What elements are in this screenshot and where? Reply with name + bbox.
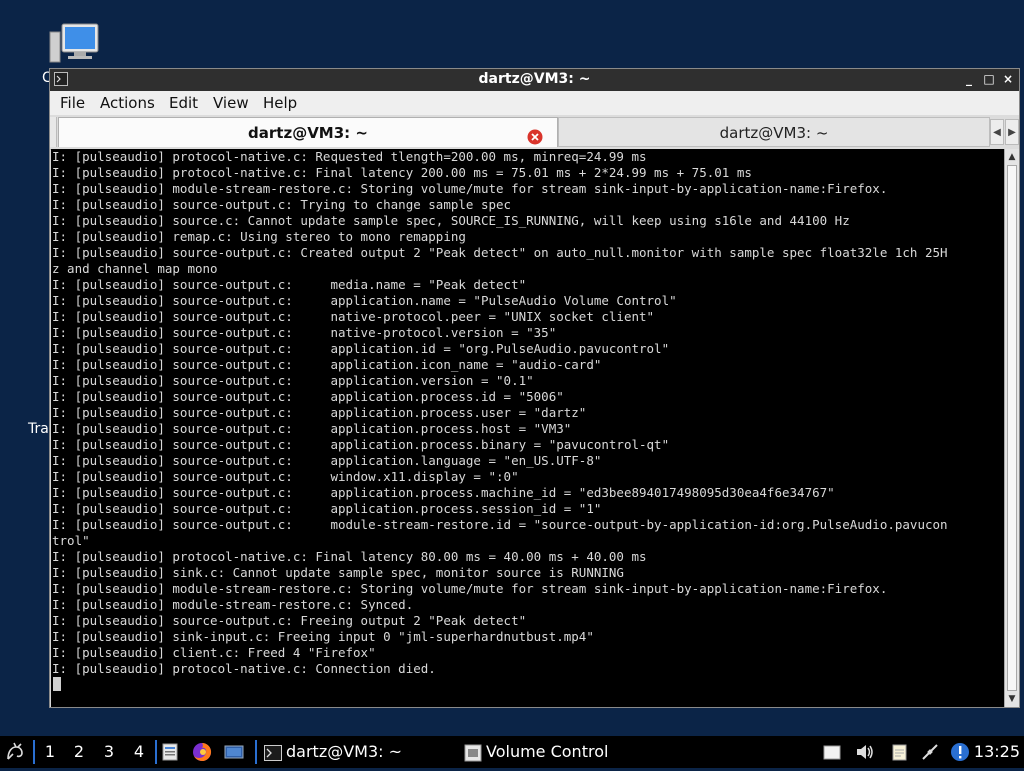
terminal-line: I: [pulseaudio] protocol-native.c: Final…	[52, 165, 752, 180]
terminal-line: I: [pulseaudio] protocol-native.c: Reque…	[52, 149, 647, 164]
menu-help[interactable]: Help	[263, 94, 297, 112]
terminal-line: I: [pulseaudio] module-stream-restore.c:…	[52, 181, 888, 196]
taskbar: 1 2 3 4 dartz@VM3: ~ Volume Control 13:2…	[0, 736, 1024, 768]
terminal-line: z and channel map mono	[52, 261, 218, 276]
notes-icon[interactable]	[890, 742, 910, 762]
terminal-line: I: [pulseaudio] source-output.c: applica…	[52, 437, 670, 452]
terminal-line: I: [pulseaudio] source-output.c: applica…	[52, 357, 602, 372]
terminal-line: I: [pulseaudio] module-stream-restore.c:…	[52, 581, 888, 596]
tab-label: dartz@VM3: ~	[719, 124, 829, 142]
minimize-button[interactable]: _	[961, 71, 977, 87]
maximize-button[interactable]: □	[981, 71, 997, 87]
taskbar-separator	[255, 740, 257, 764]
terminal-line: I: [pulseaudio] source-output.c: applica…	[52, 421, 572, 436]
tab-scroll-right-button[interactable]: ▶	[1005, 119, 1019, 145]
workspace-3[interactable]: 3	[95, 736, 123, 768]
tab-scroll-left-button[interactable]: ◀	[990, 119, 1004, 145]
update-notification-icon[interactable]	[950, 742, 970, 762]
workspace-4[interactable]: 4	[125, 736, 153, 768]
terminal-line: I: [pulseaudio] source-output.c: Created…	[52, 245, 948, 260]
menu-file[interactable]: File	[60, 94, 85, 112]
firefox-icon[interactable]	[192, 742, 212, 762]
menubar: File Actions Edit View Help	[50, 91, 1019, 115]
volume-control-icon	[464, 743, 482, 762]
terminal-line: I: [pulseaudio] source-output.c: native-…	[52, 309, 655, 324]
terminal-line: I: [pulseaudio] source-output.c: applica…	[52, 501, 602, 516]
tab-terminal-1[interactable]: dartz@VM3: ~	[58, 117, 558, 147]
terminal-line: trol"	[52, 533, 90, 548]
terminal-line: I: [pulseaudio] source-output.c: applica…	[52, 389, 564, 404]
tab-close-icon[interactable]	[527, 125, 543, 145]
menu-actions[interactable]: Actions	[100, 94, 155, 112]
terminal-line: I: [pulseaudio] source-output.c: native-…	[52, 325, 557, 340]
terminal-line: I: [pulseaudio] sink.c: Cannot update sa…	[52, 565, 624, 580]
clipboard-icon[interactable]	[822, 742, 842, 762]
network-icon[interactable]	[920, 742, 940, 762]
terminal-line: I: [pulseaudio] source-output.c: media.n…	[52, 277, 527, 292]
terminal-line: I: [pulseaudio] sink-input.c: Freeing in…	[52, 629, 594, 644]
window-titlebar[interactable]: dartz@VM3: ~ _ □ ×	[50, 69, 1019, 91]
scroll-down-arrow-icon[interactable]: ▼	[1005, 692, 1019, 706]
workspace-separator	[33, 740, 35, 764]
terminal-cursor	[53, 677, 61, 691]
terminal-line: I: [pulseaudio] source-output.c: applica…	[52, 293, 677, 308]
task-terminal[interactable]: dartz@VM3: ~	[258, 738, 454, 766]
terminal-icon	[264, 743, 282, 761]
close-window-button[interactable]: ×	[1000, 71, 1016, 87]
terminal-line: I: [pulseaudio] source-output.c: applica…	[52, 485, 835, 500]
tab-label: dartz@VM3: ~	[248, 124, 368, 142]
start-menu-icon[interactable]	[4, 741, 26, 763]
terminal-line: I: [pulseaudio] source-output.c: applica…	[52, 405, 587, 420]
task-label: dartz@VM3: ~	[286, 742, 403, 761]
terminal-line: I: [pulseaudio] protocol-native.c: Conne…	[52, 661, 436, 676]
computer-desktop-icon[interactable]	[48, 22, 102, 68]
workspace-1[interactable]: 1	[36, 736, 64, 768]
menu-edit[interactable]: Edit	[169, 94, 198, 112]
scroll-thumb[interactable]	[1007, 165, 1017, 691]
terminal-line: I: [pulseaudio] source-output.c: applica…	[52, 453, 602, 468]
terminal-line: I: [pulseaudio] remap.c: Using stereo to…	[52, 229, 466, 244]
tab-terminal-2[interactable]: dartz@VM3: ~	[558, 117, 990, 147]
task-label: Volume Control	[486, 742, 609, 761]
menu-view[interactable]: View	[213, 94, 249, 112]
terminal-line: I: [pulseaudio] source-output.c: applica…	[52, 373, 534, 388]
terminal-line: I: [pulseaudio] source.c: Cannot update …	[52, 213, 850, 228]
task-volume-control[interactable]: Volume Control	[458, 738, 658, 766]
tab-bar: dartz@VM3: ~ dartz@VM3: ~ ◀ ▶	[50, 115, 1019, 150]
workspace-separator	[155, 740, 157, 764]
tab-bar-edge	[50, 117, 57, 147]
terminal-line: I: [pulseaudio] source-output.c: window.…	[52, 469, 519, 484]
terminal-line: I: [pulseaudio] protocol-native.c: Final…	[52, 549, 647, 564]
terminal-window: dartz@VM3: ~ _ □ × File Actions Edit Vie…	[49, 68, 1020, 708]
window-title: dartz@VM3: ~	[478, 71, 591, 87]
terminal-line: I: [pulseaudio] module-stream-restore.c:…	[52, 597, 414, 612]
volume-icon[interactable]	[855, 742, 875, 762]
terminal-line: I: [pulseaudio] client.c: Freed 4 "Firef…	[52, 645, 376, 660]
desktop-switch-icon[interactable]	[224, 742, 244, 762]
terminal-output[interactable]: I: [pulseaudio] protocol-native.c: Reque…	[51, 149, 1004, 707]
workspace-2[interactable]: 2	[65, 736, 93, 768]
terminal-line: I: [pulseaudio] source-output.c: Freeing…	[52, 613, 527, 628]
terminal-line: I: [pulseaudio] source-output.c: module-…	[52, 517, 948, 532]
terminal-prompt-line	[51, 677, 1004, 693]
clock: 13:25	[973, 742, 1020, 761]
file-manager-icon[interactable]	[160, 742, 180, 762]
terminal-line: I: [pulseaudio] source-output.c: applica…	[52, 341, 670, 356]
terminal-scrollbar[interactable]: ▲ ▼	[1004, 149, 1019, 707]
trash-icon-label: Tra	[28, 421, 49, 437]
scroll-up-arrow-icon[interactable]: ▲	[1005, 150, 1019, 164]
terminal-line: I: [pulseaudio] source-output.c: Trying …	[52, 197, 512, 212]
